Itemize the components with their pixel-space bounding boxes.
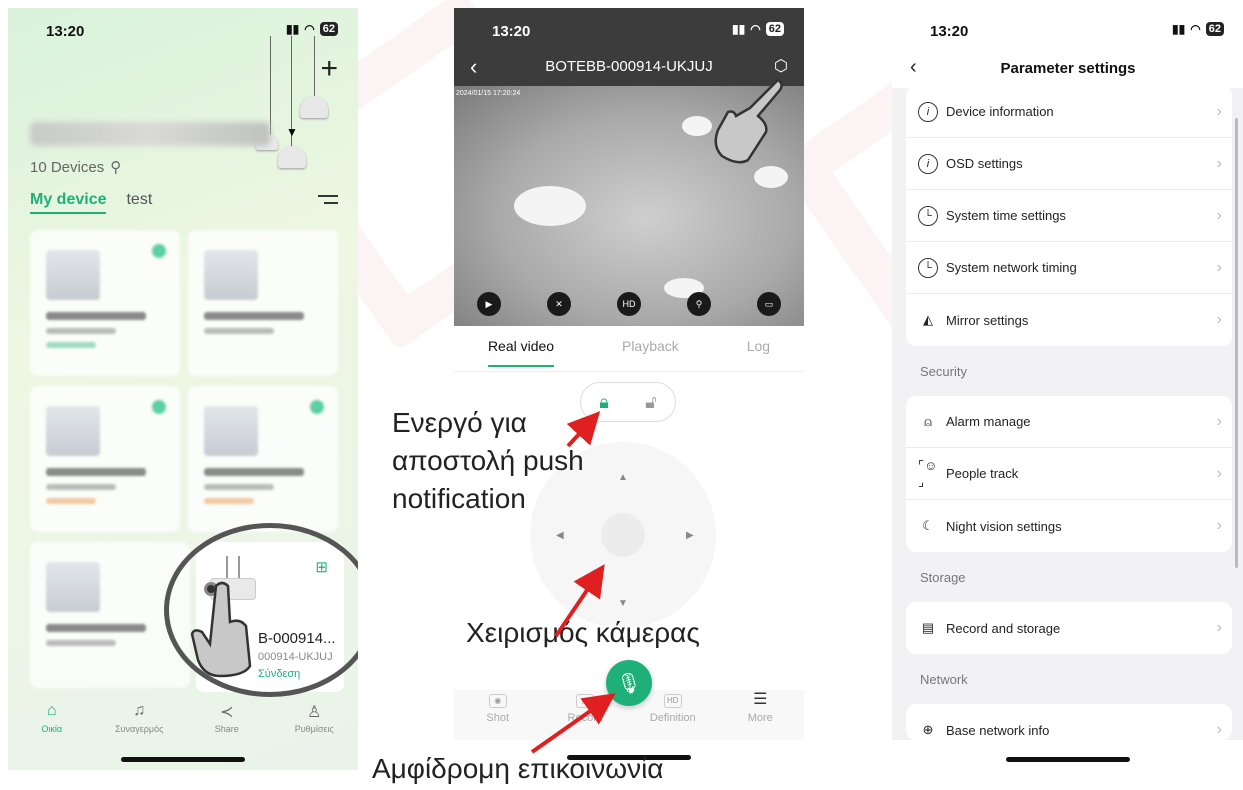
composite-screenshot: 13:20 ▮▮ ◠ 62 + ▼ 10 Devices ⚲ My device… <box>0 0 1243 790</box>
arrow-to-lock <box>566 411 601 448</box>
annotation-arrows <box>530 411 616 754</box>
arrow-to-mic <box>530 693 616 754</box>
arrow-to-joystick <box>554 564 605 638</box>
